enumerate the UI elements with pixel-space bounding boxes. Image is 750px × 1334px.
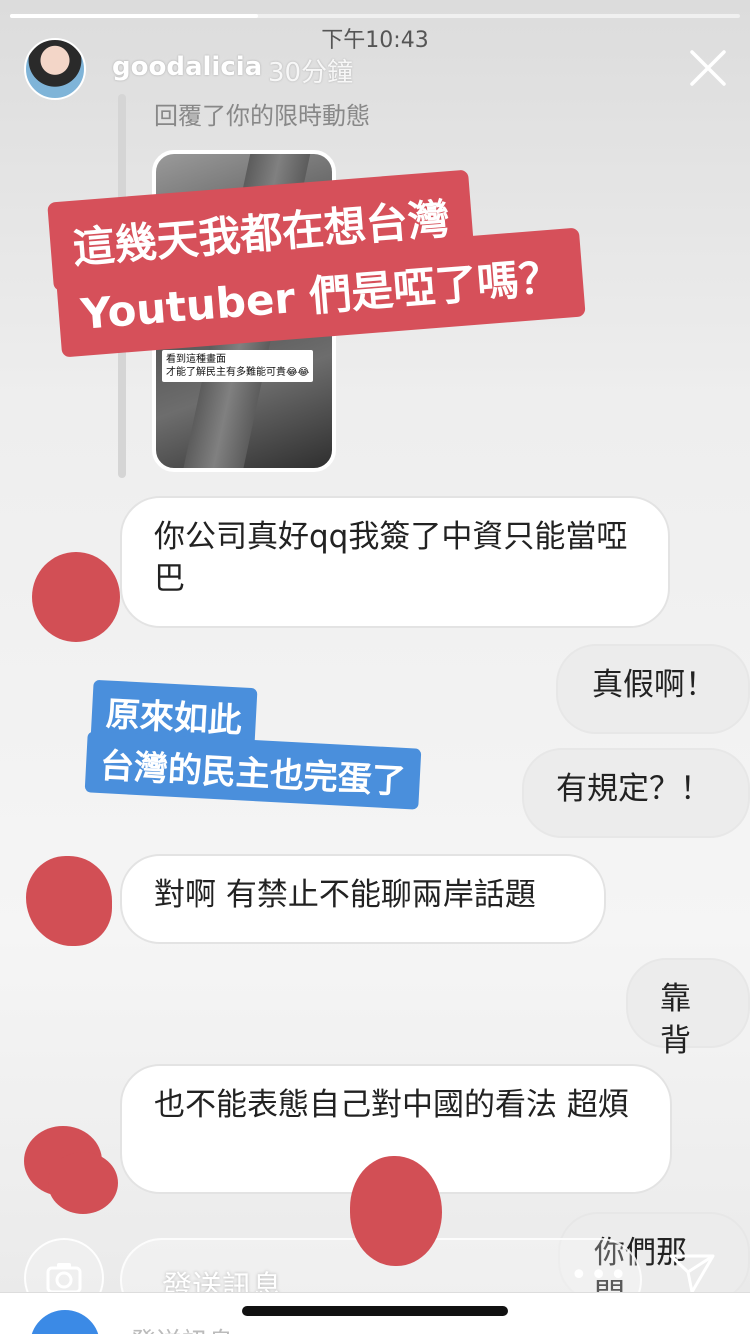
reply-context-label: 回覆了你的限時動態 <box>154 102 370 130</box>
more-options-icon[interactable]: ••• <box>570 1258 629 1293</box>
blue-sticker-line-2: 台灣的民主也完蛋了 <box>84 731 422 810</box>
message-bubble-incoming[interactable]: 你公司真好qq我簽了中資只能當啞巴 <box>120 496 670 628</box>
background-input-placeholder: 發送訊息 <box>130 1322 234 1334</box>
redaction-blob <box>32 552 120 642</box>
redaction-blob <box>350 1156 442 1266</box>
thumbnail-caption: 看到這種畫面 才能了解民主有多難能可貴😂😂 <box>162 350 314 382</box>
username[interactable]: goodalicia <box>112 52 262 82</box>
status-time: 下午10:43 <box>321 28 429 53</box>
message-bubble-outgoing[interactable]: 靠背 <box>626 958 750 1059</box>
avatar[interactable] <box>24 38 86 100</box>
post-time: 30分鐘 <box>268 58 354 88</box>
send-icon[interactable] <box>668 1252 716 1296</box>
message-bubble-outgoing[interactable]: 有規定？！ <box>522 748 750 838</box>
story-progress-fill <box>10 14 259 18</box>
redaction-blob <box>26 856 112 946</box>
redaction-blob <box>48 1152 118 1214</box>
message-bubble-incoming[interactable]: 對啊 有禁止不能聊兩岸話題 <box>120 854 606 944</box>
message-bubble-outgoing[interactable]: 真假啊！ <box>556 644 750 734</box>
story-progress-track <box>10 14 740 18</box>
home-indicator <box>242 1306 508 1316</box>
close-icon[interactable] <box>688 48 728 88</box>
